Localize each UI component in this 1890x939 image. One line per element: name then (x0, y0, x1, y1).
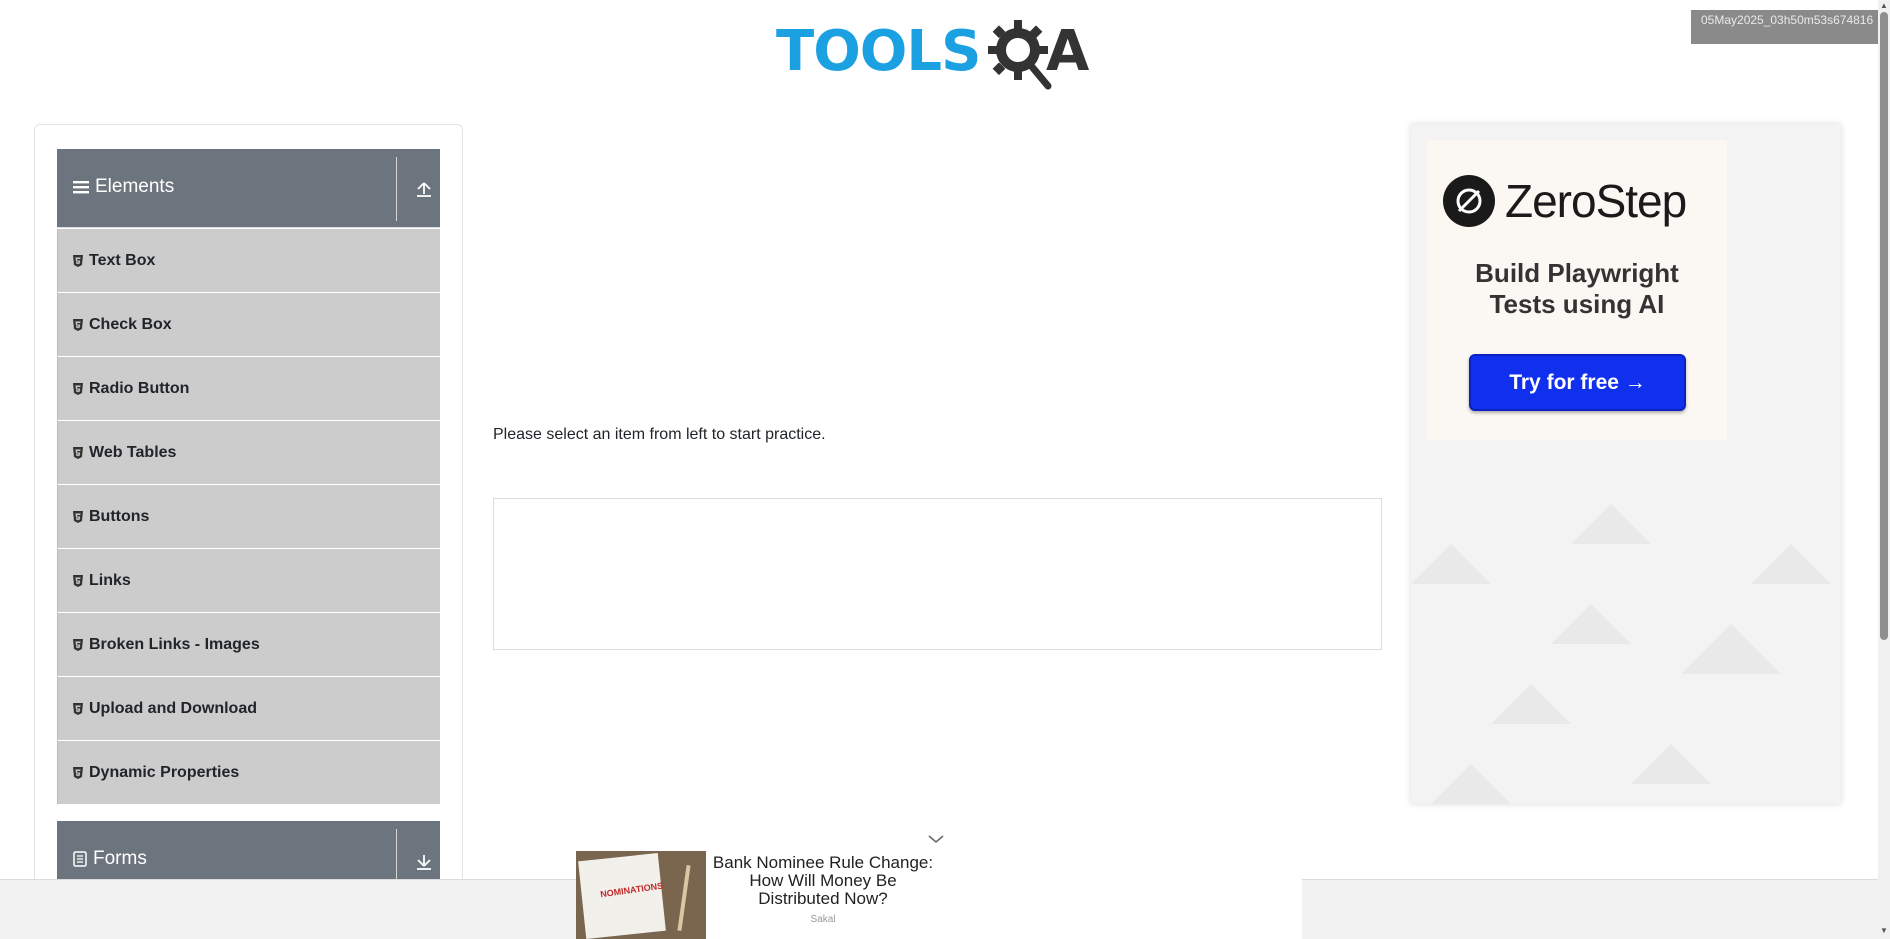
html5-icon (73, 574, 83, 587)
html5-icon (73, 382, 83, 395)
vertical-scrollbar[interactable]: ▲ ▼ (1878, 0, 1890, 939)
document-icon (73, 851, 87, 867)
scrollbar-thumb[interactable] (1880, 12, 1888, 640)
divider (396, 157, 397, 221)
timestamp-badge: 05May2025_03h50m53s674816 (1691, 10, 1890, 44)
menu-item-label: Check Box (89, 315, 172, 333)
menu-item-label: Radio Button (89, 379, 190, 397)
arrow-up-icon[interactable] (415, 179, 433, 199)
group-title-label: Elements (95, 176, 175, 197)
toolsqa-logo[interactable]: TOOLS A (776, 14, 1101, 92)
right-ad-banner[interactable]: ZeroStep Build Playwright Tests using AI… (1411, 124, 1841, 804)
group-title-label: Forms (93, 848, 147, 869)
menu-item-dynamic-properties[interactable]: Dynamic Properties (57, 741, 440, 805)
menu-item-web-tables[interactable]: Web Tables (57, 421, 440, 485)
zerostep-logo: ZeroStep (1443, 174, 1687, 228)
chevron-down-icon[interactable] (926, 832, 946, 846)
ad-headline[interactable]: Bank Nominee Rule Change: How Will Money… (712, 854, 934, 908)
ad-tagline: Build Playwright Tests using AI (1427, 258, 1727, 320)
html5-icon (73, 318, 83, 331)
zerostep-logo-icon (1443, 175, 1495, 227)
menu-item-label: Dynamic Properties (89, 763, 240, 781)
hamburger-icon (73, 181, 89, 194)
html5-icon (73, 638, 83, 651)
menu-item-label: Links (89, 571, 131, 589)
html5-icon (73, 702, 83, 715)
ad-tagline-line1: Build Playwright (1475, 258, 1679, 288)
scroll-up-arrow-icon[interactable]: ▲ (1880, 2, 1888, 10)
ad-card: ZeroStep Build Playwright Tests using AI… (1427, 140, 1727, 440)
html5-icon (73, 254, 83, 267)
group-title: Forms (73, 848, 147, 870)
menu-item-links[interactable]: Links (57, 549, 440, 613)
bottom-ad[interactable]: NOMINATIONS Bank Nominee Rule Change: Ho… (576, 848, 1302, 939)
menu-item-label: Upload and Download (89, 699, 257, 717)
left-panel: Elements Text Box Check Box Radio Button (34, 124, 463, 939)
menu-item-label: Web Tables (89, 443, 177, 461)
html5-icon (73, 446, 83, 459)
group-header-elements[interactable]: Elements (57, 149, 440, 228)
menu-item-text-box[interactable]: Text Box (57, 229, 440, 293)
menu-item-broken-links[interactable]: Broken Links - Images (57, 613, 440, 677)
page: TOOLS A 05May2025_03h50m53s674816 Elemen… (0, 0, 1890, 939)
menu-item-label: Broken Links - Images (89, 635, 260, 653)
group-title: Elements (73, 176, 174, 198)
zerostep-brand-name: ZeroStep (1505, 175, 1687, 227)
instruction-text: Please select an item from left to start… (493, 426, 826, 443)
scroll-down-arrow-icon[interactable]: ▼ (1880, 927, 1888, 935)
logo-text: TOOLS (776, 19, 981, 84)
menu-item-buttons[interactable]: Buttons (57, 485, 440, 549)
ad-thumbnail: NOMINATIONS (576, 851, 706, 939)
logo-suffix: A (1046, 19, 1090, 84)
ad-source: Sakal (810, 914, 836, 925)
arrow-down-icon[interactable] (415, 851, 433, 871)
elements-menu: Text Box Check Box Radio Button Web Tabl… (57, 229, 440, 805)
html5-icon (73, 510, 83, 523)
menu-item-label: Text Box (89, 251, 156, 269)
menu-item-upload-download[interactable]: Upload and Download (57, 677, 440, 741)
content-placeholder-box (493, 498, 1382, 650)
ad-tagline-line2: Tests using AI (1489, 289, 1665, 319)
menu-item-radio-button[interactable]: Radio Button (57, 357, 440, 421)
try-for-free-button[interactable]: Try for free → (1469, 354, 1686, 411)
menu-item-check-box[interactable]: Check Box (57, 293, 440, 357)
menu-item-label: Buttons (89, 507, 150, 525)
html5-icon (73, 766, 83, 779)
